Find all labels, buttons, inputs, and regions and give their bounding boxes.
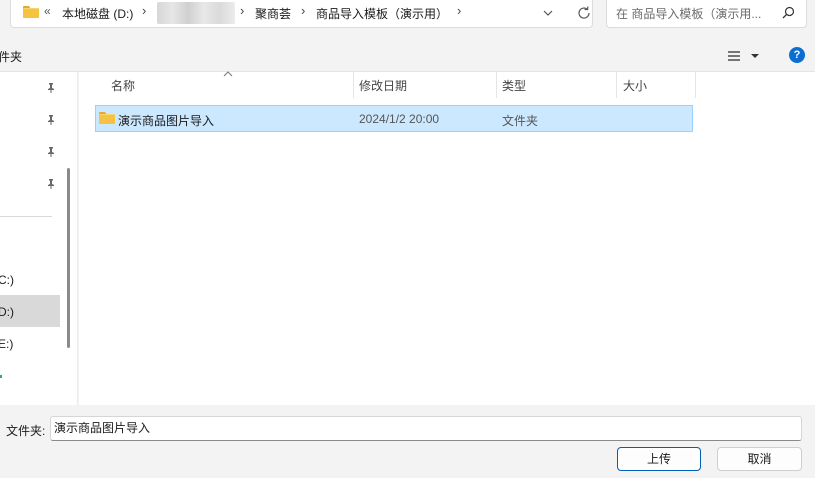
breadcrumb-drive-d[interactable]: 本地磁盘 (D:) bbox=[62, 5, 133, 22]
new-folder-button[interactable]: 件夹 bbox=[0, 48, 22, 65]
help-icon[interactable]: ? bbox=[789, 47, 805, 63]
nav-item-network-icon bbox=[0, 375, 2, 378]
breadcrumb-separator-icon: › bbox=[301, 3, 306, 18]
pin-icon bbox=[48, 147, 54, 157]
refresh-icon[interactable] bbox=[575, 4, 593, 22]
view-options-menu-icon[interactable] bbox=[725, 47, 765, 65]
upload-button[interactable]: 上传 bbox=[617, 447, 701, 471]
pin-icon bbox=[48, 83, 54, 93]
sort-ascending-icon bbox=[223, 71, 233, 77]
breadcrumb-separator-icon: › bbox=[240, 3, 245, 18]
column-divider[interactable] bbox=[496, 72, 497, 98]
breadcrumb-separator-icon: › bbox=[457, 3, 462, 18]
folder-icon bbox=[99, 112, 115, 124]
file-type: 文件夹 bbox=[502, 114, 539, 128]
filename-label: 文件夹: bbox=[6, 424, 46, 438]
cancel-button[interactable]: 取消 bbox=[717, 447, 802, 471]
nav-divider bbox=[0, 216, 52, 217]
filename-input[interactable]: 演示商品图片导入 bbox=[50, 416, 802, 441]
address-bar[interactable]: « 本地磁盘 (D:) › › 聚商荟 › 商品导入模板（演示用） › bbox=[10, 0, 593, 28]
breadcrumb-redacted[interactable] bbox=[157, 2, 235, 24]
nav-item-drive-d[interactable]: D:) bbox=[0, 305, 14, 319]
search-box[interactable]: 在 商品导入模板（演示用... bbox=[606, 0, 807, 28]
column-header-date[interactable]: 修改日期 bbox=[359, 72, 407, 100]
address-history-chevron-down-icon[interactable] bbox=[539, 4, 557, 22]
table-row[interactable]: 演示商品图片导入 2024/1/2 20:00 文件夹 bbox=[95, 105, 693, 132]
command-bar: 件夹 ? bbox=[0, 40, 815, 72]
breadcrumb-current-folder[interactable]: 商品导入模板（演示用） bbox=[316, 5, 448, 22]
column-header-name[interactable]: 名称 bbox=[111, 72, 135, 100]
search-placeholder: 在 商品导入模板（演示用... bbox=[616, 7, 762, 21]
overflow-chevron-icon[interactable]: « bbox=[44, 4, 51, 18]
breadcrumb-jushanghui[interactable]: 聚商荟 bbox=[255, 5, 291, 22]
column-header-type[interactable]: 类型 bbox=[502, 72, 526, 100]
column-header-size[interactable]: 大小 bbox=[623, 72, 647, 100]
column-divider[interactable] bbox=[695, 72, 696, 98]
nav-scrollbar[interactable] bbox=[67, 168, 70, 348]
address-bar-row: « 本地磁盘 (D:) › › 聚商荟 › 商品导入模板（演示用） › 在 商品… bbox=[0, 0, 815, 40]
column-divider[interactable] bbox=[616, 72, 617, 98]
folder-icon bbox=[23, 6, 39, 18]
file-list: 名称 修改日期 类型 大小 演示商品图片导入 2024/1/2 20:00 文件… bbox=[79, 71, 815, 405]
nav-item-drive-c[interactable]: C:) bbox=[0, 273, 14, 287]
column-divider[interactable] bbox=[353, 72, 354, 98]
file-name: 演示商品图片导入 bbox=[118, 114, 215, 128]
breadcrumb-separator-icon: › bbox=[142, 3, 147, 18]
navigation-pane: C:) D:) E:) bbox=[0, 72, 78, 405]
search-icon[interactable] bbox=[780, 5, 796, 21]
file-date: 2024/1/2 20:00 bbox=[359, 112, 440, 126]
pin-icon bbox=[48, 115, 54, 125]
dialog-footer: 文件夹: 演示商品图片导入 上传 取消 bbox=[0, 405, 815, 478]
pin-icon bbox=[48, 179, 54, 189]
nav-item-drive-e[interactable]: E:) bbox=[0, 337, 13, 351]
